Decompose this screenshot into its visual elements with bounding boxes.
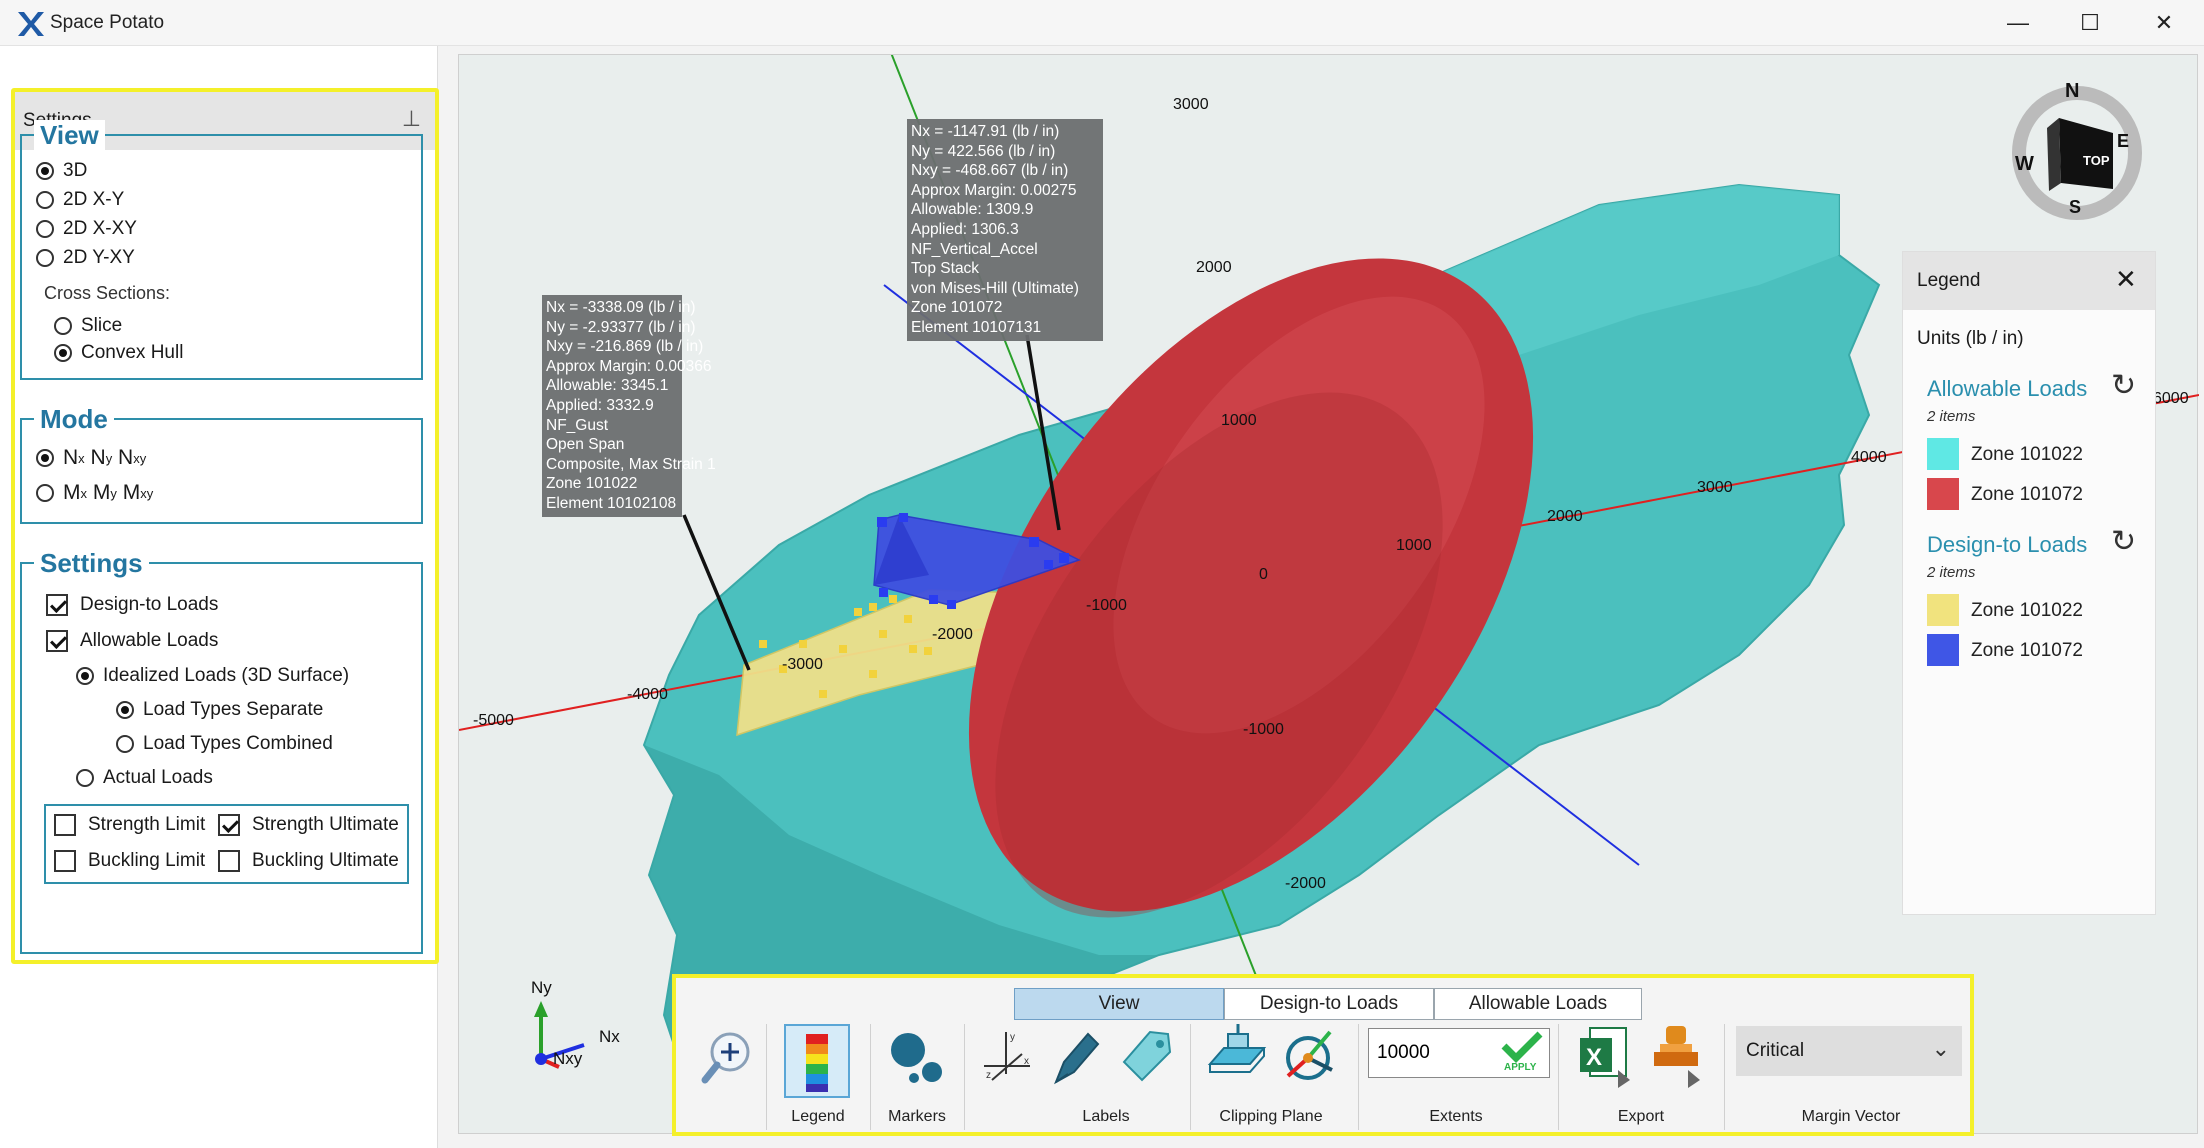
close-window-button[interactable]: ✕: [2142, 6, 2186, 40]
3d-viewport[interactable]: -5000 -4000 -3000 -2000 -1000 0 1000 200…: [458, 54, 2199, 1135]
swatch-allowable-101022: [1927, 438, 1959, 470]
axis-triad: Ny Nx Nxy: [531, 978, 620, 1069]
legend-close-icon[interactable]: ✕: [2115, 264, 2137, 295]
legend-zone-label: Zone 101022: [1971, 444, 2083, 465]
extents-caption: Extents: [1429, 1108, 1483, 1125]
zoom-in-icon[interactable]: [700, 1030, 752, 1086]
stamp-export-icon[interactable]: [1646, 1022, 1706, 1088]
view-cube-face-label: TOP: [2083, 153, 2110, 168]
legend-zone-label: Zone 101022: [1971, 600, 2083, 621]
tick-label: -4000: [627, 686, 668, 703]
legend-zone-label: Zone 101072: [1971, 640, 2083, 661]
tab-allowable-loads[interactable]: Allowable Loads: [1434, 988, 1642, 1020]
swatch-design-101072: [1927, 634, 1959, 666]
margin-vector-caption: Margin Vector: [1801, 1108, 1901, 1125]
tab-design-to-loads[interactable]: Design-to Loads: [1224, 988, 1434, 1020]
tick-label: 2000: [1547, 508, 1583, 525]
tick-label: 1000: [1221, 412, 1257, 429]
svg-text:X: X: [1586, 1044, 1602, 1071]
margin-vector-select[interactable]: Critical ⌄: [1736, 1026, 1962, 1076]
excel-export-icon[interactable]: X: [1576, 1022, 1636, 1088]
tick-label: 6000: [2153, 390, 2189, 407]
refresh-allowable-icon[interactable]: ↻: [2111, 368, 2136, 403]
compass-south-label: S: [2069, 197, 2081, 217]
tick-label: 2000: [1196, 259, 1232, 276]
tick-label: -5000: [473, 712, 514, 729]
tag-labels-icon[interactable]: [1116, 1022, 1174, 1088]
legend-units: Units (lb / in): [1917, 328, 2024, 349]
ribbon-toolbar: View Design-to Loads Allowable Loads Leg…: [672, 974, 1974, 1136]
legend-allowable-title: Allowable Loads: [1927, 376, 2088, 401]
pen-labels-icon[interactable]: [1046, 1022, 1104, 1088]
clipping-orientation-icon[interactable]: [1278, 1022, 1340, 1088]
tick-label: 4000: [1851, 449, 1887, 466]
svg-text:z: z: [986, 1070, 991, 1081]
apply-extents-button[interactable]: APPLY: [1496, 1030, 1546, 1076]
maximize-button[interactable]: ☐: [2068, 6, 2112, 40]
svg-text:y: y: [1010, 1032, 1015, 1043]
close-icon: ✕: [2154, 10, 2174, 35]
tick-label: 3000: [1697, 479, 1733, 496]
tick-label: -2000: [1285, 875, 1326, 892]
legend-design-count: 2 items: [1927, 564, 1976, 581]
legend-zone-label: Zone 101072: [1971, 484, 2083, 505]
legend-caption: Legend: [791, 1108, 845, 1125]
view-cube-compass[interactable]: TOP N W E S: [2012, 80, 2142, 220]
tick-label: -2000: [932, 626, 973, 643]
maximize-icon: ☐: [2080, 10, 2100, 35]
export-caption: Export: [1617, 1108, 1665, 1125]
tick-label: 1000: [1396, 537, 1432, 554]
clipping-plane-caption: Clipping Plane: [1219, 1108, 1323, 1125]
tick-label: 3000: [1173, 96, 1209, 113]
compass-west-label: W: [2015, 153, 2034, 175]
labels-caption: Labels: [1082, 1108, 1130, 1125]
legend-title: Legend: [1917, 270, 1981, 291]
checkmark-icon: [1501, 1031, 1543, 1063]
apply-label: APPLY: [1504, 1062, 1537, 1073]
triad-nx-label: Nx: [599, 1027, 620, 1046]
triad-nxy-label: Nxy: [553, 1049, 583, 1068]
swatch-allowable-101072: [1927, 478, 1959, 510]
legend-color-bar-icon: [806, 1034, 828, 1092]
refresh-design-icon[interactable]: ↻: [2111, 524, 2136, 559]
triad-ny-label: Ny: [531, 978, 552, 997]
clipping-plane-icon[interactable]: [1206, 1022, 1268, 1088]
title-bar: Space Potato — ☐ ✕: [0, 0, 2204, 46]
app-logo-icon: [18, 12, 44, 36]
tooltip-zone-101072: Nx = -1147.91 (lb / in) Ny = 422.566 (lb …: [907, 119, 1103, 341]
tick-label: -1000: [1086, 597, 1127, 614]
tooltip-zone-101022: Nx = -3338.09 (lb / in) Ny = -2.93377 (lb…: [542, 295, 716, 517]
tick-label: -3000: [782, 656, 823, 673]
legend-panel: Legend ✕ Units (lb / in) Allowable Loads…: [1902, 251, 2156, 915]
compass-east-label: E: [2117, 131, 2129, 151]
tick-label: -1000: [1243, 721, 1284, 738]
tab-view[interactable]: View: [1014, 988, 1224, 1020]
markers-caption: Markers: [888, 1108, 946, 1125]
settings-panel: Settings ⊥ View 3D 2D X-Y 2D X-XY 2D Y-X…: [0, 46, 439, 1148]
axis-labels-icon[interactable]: y z x: [978, 1026, 1036, 1086]
margin-vector-value: Critical: [1746, 1040, 1805, 1061]
legend-toggle-button[interactable]: [784, 1024, 850, 1098]
legend-design-title: Design-to Loads: [1927, 532, 2088, 557]
minimize-icon: —: [2007, 10, 2029, 35]
tick-label: 0: [1259, 566, 1268, 583]
legend-allowable-count: 2 items: [1927, 408, 1976, 425]
compass-north-label: N: [2065, 80, 2079, 102]
chevron-down-icon: ⌄: [1931, 1036, 1950, 1061]
legend-header: Legend ✕: [1903, 252, 2155, 310]
settings-highlight: [11, 88, 439, 964]
swatch-design-101022: [1927, 594, 1959, 626]
app-title: Space Potato: [50, 12, 165, 33]
svg-text:x: x: [1024, 1056, 1029, 1067]
markers-icon[interactable]: [884, 1024, 948, 1094]
minimize-button[interactable]: —: [1996, 6, 2040, 40]
